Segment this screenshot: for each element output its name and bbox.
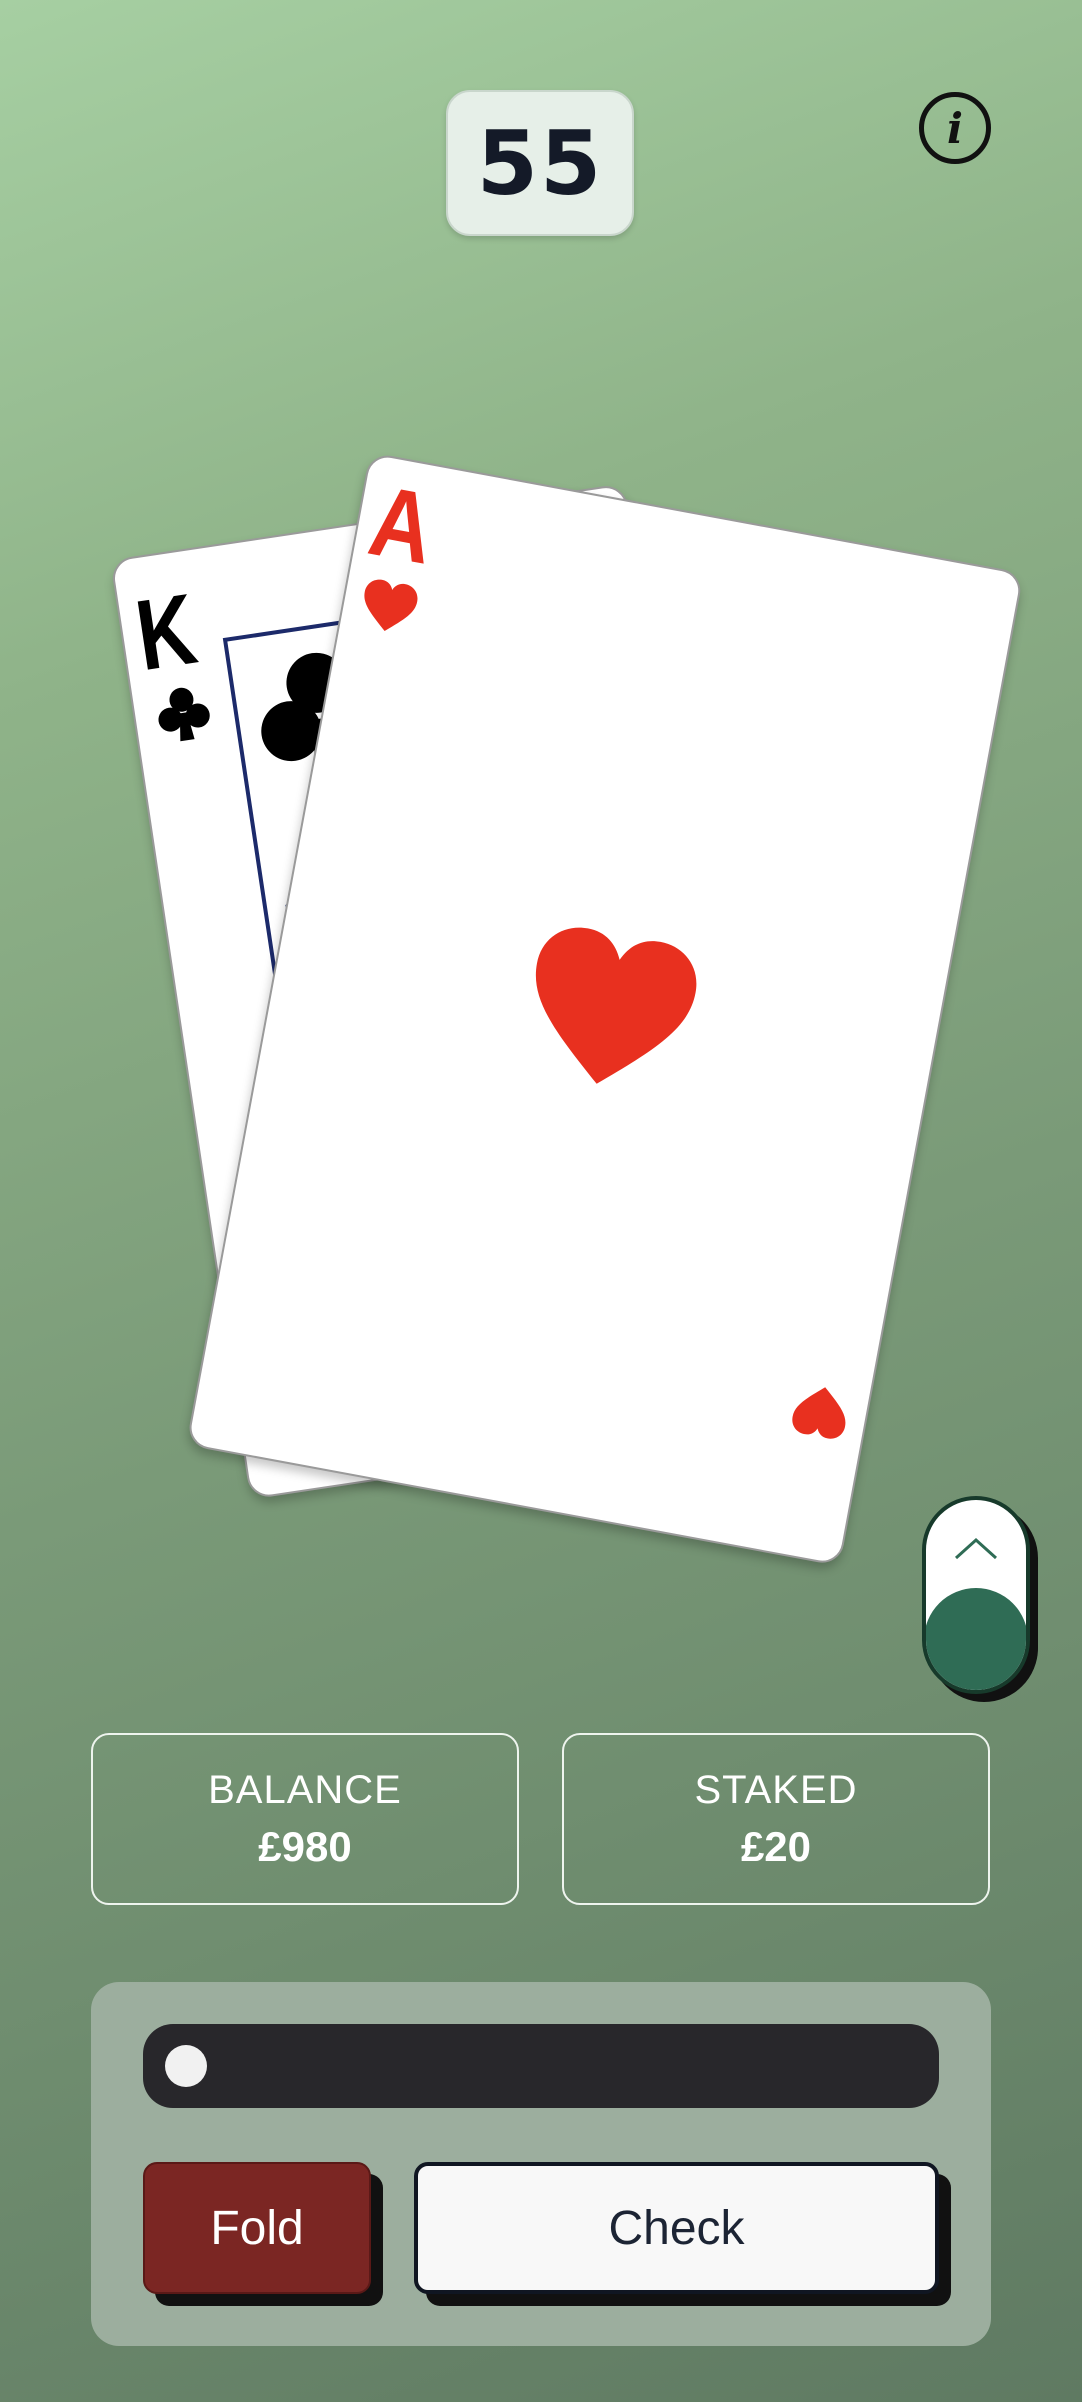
raise-toggle[interactable] <box>922 1496 1030 1694</box>
chevron-up-icon <box>954 1537 998 1560</box>
staked-label: STAKED <box>694 1767 858 1812</box>
heart-center-icon <box>535 927 697 1084</box>
club-suit-icon <box>158 687 210 742</box>
heart-suit-icon <box>364 579 418 632</box>
heart-suit-icon-bottom <box>792 1387 846 1439</box>
fold-button[interactable]: Fold <box>143 2162 371 2294</box>
check-button[interactable]: Check <box>414 2162 939 2294</box>
bet-slider[interactable] <box>143 2024 939 2108</box>
turn-timer: 55 <box>446 90 634 236</box>
balance-value: £980 <box>258 1822 352 1870</box>
balance-label: BALANCE <box>208 1767 402 1812</box>
staked-value: £20 <box>740 1822 812 1870</box>
info-icon[interactable]: i <box>919 92 991 164</box>
toggle-knob[interactable] <box>926 1588 1026 1690</box>
bet-slider-thumb[interactable] <box>165 2045 207 2087</box>
balance-panel: BALANCE £980 <box>91 1733 519 1905</box>
staked-panel: STAKED £20 <box>562 1733 990 1905</box>
action-panel: Fold Check <box>91 1982 991 2346</box>
card-rank: A <box>361 464 443 586</box>
card-rank: K <box>129 572 204 693</box>
card-rank-bottom: A <box>810 1542 891 1566</box>
